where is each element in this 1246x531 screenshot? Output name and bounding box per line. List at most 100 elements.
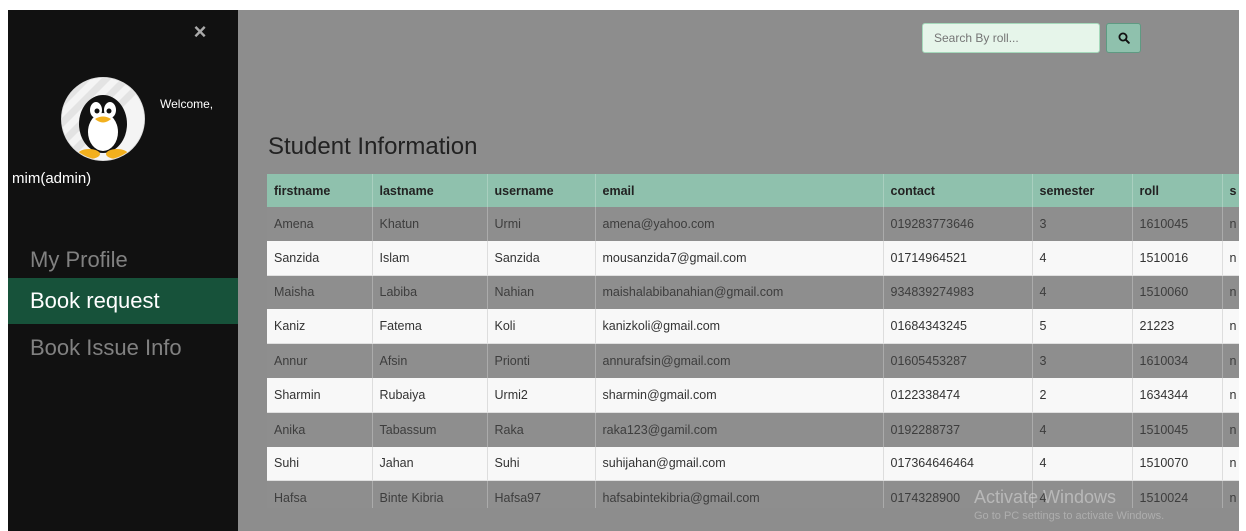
table-cell-email: raka123@gamil.com (595, 412, 884, 447)
table-cell-roll: 1634344 (1132, 377, 1223, 413)
table-cell-semester: 4 (1032, 275, 1133, 310)
table-cell-contact: 934839274983 (883, 275, 1033, 310)
table-cell-email: annurafsin@gmail.com (595, 343, 884, 378)
column-header: lastname (372, 174, 488, 207)
table-cell-username: Urmi (487, 207, 596, 241)
table-cell-semester: 4 (1032, 446, 1133, 482)
penguin-avatar-icon (62, 78, 144, 160)
table-cell-firstname: Hafsa (267, 480, 373, 508)
table-cell-contact: 0122338474 (883, 377, 1033, 413)
table-cell-roll: 1510060 (1132, 275, 1223, 310)
table-cell-s: n (1222, 377, 1239, 413)
table-cell-email: amena@yahoo.com (595, 207, 884, 241)
main-content: Student Information firstname lastname u… (238, 10, 1239, 531)
close-icon[interactable]: × (188, 20, 212, 44)
table-cell-lastname: Binte Kibria (372, 480, 488, 508)
table-cell-semester: 4 (1032, 412, 1133, 447)
table-cell-roll: 1510045 (1132, 412, 1223, 447)
welcome-text: Welcome, (160, 97, 214, 111)
table-cell-roll: 1610034 (1132, 343, 1223, 378)
table-cell-firstname: Annur (267, 343, 373, 378)
table-cell-semester: 4 (1032, 240, 1133, 276)
table-cell-email: sharmin@gmail.com (595, 377, 884, 413)
table-cell-lastname: Fatema (372, 309, 488, 345)
table-cell-email: kanizkoli@gmail.com (595, 309, 884, 345)
table-row: Anika Tabassum Raka raka123@gamil.com 019228… (267, 412, 1239, 447)
table-cell-username: Prionti (487, 343, 596, 378)
nav-my-profile[interactable]: My Profile (8, 237, 238, 283)
table-cell-username: Sanzida (487, 240, 596, 276)
table-cell-contact: 01684343245 (883, 309, 1033, 345)
table-cell-semester: 3 (1032, 343, 1133, 378)
table-cell-firstname: Sharmin (267, 377, 373, 413)
column-header: s (1222, 174, 1239, 207)
table-cell-s: n (1222, 480, 1239, 508)
activate-windows-watermark: Activate Windows (974, 487, 1117, 507)
table-row: Maisha Labiba Nahian maishalabibanahian@gma… (267, 275, 1239, 310)
nav-book-request[interactable]: Book request (8, 278, 238, 324)
table-cell-username: Koli (487, 309, 596, 345)
table-cell-firstname: Kaniz (267, 309, 373, 345)
app-frame: × Welcome, mim(admin) My Profile Book re… (8, 10, 1239, 531)
table-row: Suhi Jahan Suhi suhijahan@gmail.com 01736464… (267, 446, 1239, 482)
table-cell-s: n (1222, 309, 1239, 345)
search-icon (1118, 32, 1130, 44)
column-header: roll (1132, 174, 1223, 207)
table-cell-username: Hafsa97 (487, 480, 596, 508)
table-body: Amena Khatun Urmi amena@yahoo.com 0192837736… (267, 207, 1239, 508)
page-title: Student Information (268, 133, 478, 160)
search-button[interactable] (1106, 23, 1141, 53)
table-cell-s: n (1222, 446, 1239, 482)
table-cell-contact: 01714964521 (883, 240, 1033, 276)
table-row: Amena Khatun Urmi amena@yahoo.com 0192837736… (267, 207, 1239, 241)
table-row: Sharmin Rubaiya Urmi2 sharmin@gmail.com 0122… (267, 377, 1239, 413)
column-header: contact (883, 174, 1033, 207)
table-cell-roll: 1610045 (1132, 207, 1223, 241)
student-table-container: firstname lastname username email contac… (267, 174, 1239, 508)
table-cell-s: n (1222, 207, 1239, 241)
table-cell-roll: 1510024 (1132, 480, 1223, 508)
table-cell-roll: 21223 (1132, 309, 1223, 345)
table-cell-username: Raka (487, 412, 596, 447)
table-cell-username: Suhi (487, 446, 596, 482)
table-cell-lastname: Rubaiya (372, 377, 488, 413)
table-cell-contact: 0192288737 (883, 412, 1033, 447)
table-cell-email: suhijahan@gmail.com (595, 446, 884, 482)
table-cell-firstname: Anika (267, 412, 373, 447)
column-header: username (487, 174, 596, 207)
table-cell-s: n (1222, 412, 1239, 447)
table-cell-username: Urmi2 (487, 377, 596, 413)
table-cell-lastname: Islam (372, 240, 488, 276)
table-row: Kaniz Fatema Koli kanizkoli@gmail.com 016843… (267, 309, 1239, 345)
table-cell-email: maishalabibanahian@gmail.com (595, 275, 884, 310)
table-row: Annur Afsin Prionti annurafsin@gmail.com 016… (267, 343, 1239, 378)
table-cell-s: n (1222, 240, 1239, 276)
table-cell-semester: 2 (1032, 377, 1133, 413)
activate-windows-subtext: Go to PC settings to activate Windows. (974, 510, 1165, 522)
table-cell-lastname: Afsin (372, 343, 488, 378)
column-header: semester (1032, 174, 1133, 207)
table-cell-contact: 019283773646 (883, 207, 1033, 241)
column-header: email (595, 174, 884, 207)
table-cell-lastname: Khatun (372, 207, 488, 241)
table-cell-roll: 1510016 (1132, 240, 1223, 276)
sidebar: × Welcome, mim(admin) My Profile Book re… (8, 10, 238, 531)
table-header-row: firstname lastname username email contac… (267, 174, 1239, 207)
table-cell-contact: 017364646464 (883, 446, 1033, 482)
nav-book-issue-info[interactable]: Book Issue Info (8, 325, 238, 371)
table-cell-lastname: Labiba (372, 275, 488, 310)
table-cell-roll: 1510070 (1132, 446, 1223, 482)
column-header: firstname (267, 174, 373, 207)
table-cell-firstname: Maisha (267, 275, 373, 310)
table-cell-firstname: Suhi (267, 446, 373, 482)
table-cell-lastname: Tabassum (372, 412, 488, 447)
table-cell-username: Nahian (487, 275, 596, 310)
table-cell-s: n (1222, 343, 1239, 378)
table-cell-lastname: Jahan (372, 446, 488, 482)
table-cell-firstname: Sanzida (267, 240, 373, 276)
table-row: Sanzida Islam Sanzida mousanzida7@gmail.com… (267, 240, 1239, 276)
table-cell-email: mousanzida7@gmail.com (595, 240, 884, 276)
table-cell-semester: 5 (1032, 309, 1133, 345)
search-input[interactable] (922, 23, 1100, 53)
table-cell-s: n (1222, 275, 1239, 310)
